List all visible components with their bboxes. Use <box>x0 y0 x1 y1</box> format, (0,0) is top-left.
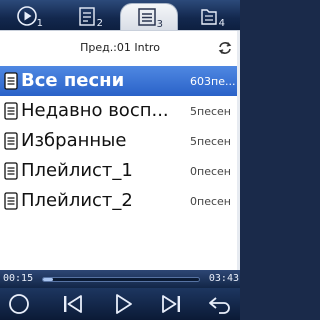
list-item-count: 5песен <box>190 105 231 118</box>
list-item-count: 603пе... <box>190 75 236 88</box>
progress-bar: 00:15 03:43 <box>0 270 240 288</box>
subheader: Пред.:01 Intro <box>0 31 240 63</box>
tab-number: 1 <box>36 18 43 29</box>
list-item-all-songs[interactable]: Все песни 603пе... <box>0 66 240 96</box>
play-icon[interactable] <box>110 291 136 317</box>
repeat-icon[interactable] <box>218 40 232 54</box>
list-item-count: 0песен <box>190 165 231 178</box>
progress-track[interactable] <box>42 277 200 282</box>
tab-playlists[interactable]: 3 <box>120 3 178 30</box>
play-circle-icon: 1 <box>16 5 43 29</box>
list-item-recently-played[interactable]: Недавно восп... 5песен <box>0 96 240 126</box>
list-item-label: Все песни <box>21 70 125 91</box>
tab-number: 4 <box>218 18 225 29</box>
options-circle-icon[interactable] <box>6 291 32 317</box>
tab-folders[interactable]: 4 <box>182 2 240 30</box>
tab-now-playing[interactable]: 1 <box>0 2 58 30</box>
document-icon <box>4 72 18 90</box>
list-icon: 3 <box>136 6 163 30</box>
list-item-playlist-1[interactable]: Плейлист_1 0песен <box>0 156 240 186</box>
total-time: 03:43 <box>208 273 239 284</box>
previous-track-icon[interactable] <box>60 291 86 317</box>
current-time: 00:15 <box>3 273 34 284</box>
list-item-label: Недавно восп... <box>21 100 169 121</box>
list-item-label: Избранные <box>21 130 127 151</box>
tab-bar: 1 2 3 4 <box>0 0 240 30</box>
document-icon <box>4 102 18 120</box>
note-list-icon: 2 <box>76 5 103 29</box>
document-icon <box>4 132 18 150</box>
tab-number: 3 <box>156 19 163 30</box>
back-arrow-icon[interactable] <box>206 291 234 317</box>
list-item-favorites[interactable]: Избранные 5песен <box>0 126 240 156</box>
previous-track-title: Пред.:01 Intro <box>80 40 160 54</box>
list-item-label: Плейлист_1 <box>21 160 133 181</box>
next-track-icon[interactable] <box>158 291 184 317</box>
folder-list-icon: 4 <box>198 5 225 29</box>
scrollbar[interactable] <box>237 31 240 271</box>
playlist-list: Все песни 603пе... Недавно восп... 5песе… <box>0 66 240 216</box>
list-item-count: 5песен <box>190 135 231 148</box>
progress-fill <box>43 278 54 281</box>
tab-number: 2 <box>96 18 103 29</box>
playlist-panel: Пред.:01 Intro Все песни 603пе... Недавн… <box>0 30 240 271</box>
list-item-count: 0песен <box>190 195 231 208</box>
list-item-playlist-2[interactable]: Плейлист_2 0песен <box>0 186 240 216</box>
document-icon <box>4 162 18 180</box>
tab-lyrics[interactable]: 2 <box>60 2 118 30</box>
list-item-label: Плейлист_2 <box>21 190 133 211</box>
transport-controls <box>0 288 240 320</box>
document-icon <box>4 192 18 210</box>
